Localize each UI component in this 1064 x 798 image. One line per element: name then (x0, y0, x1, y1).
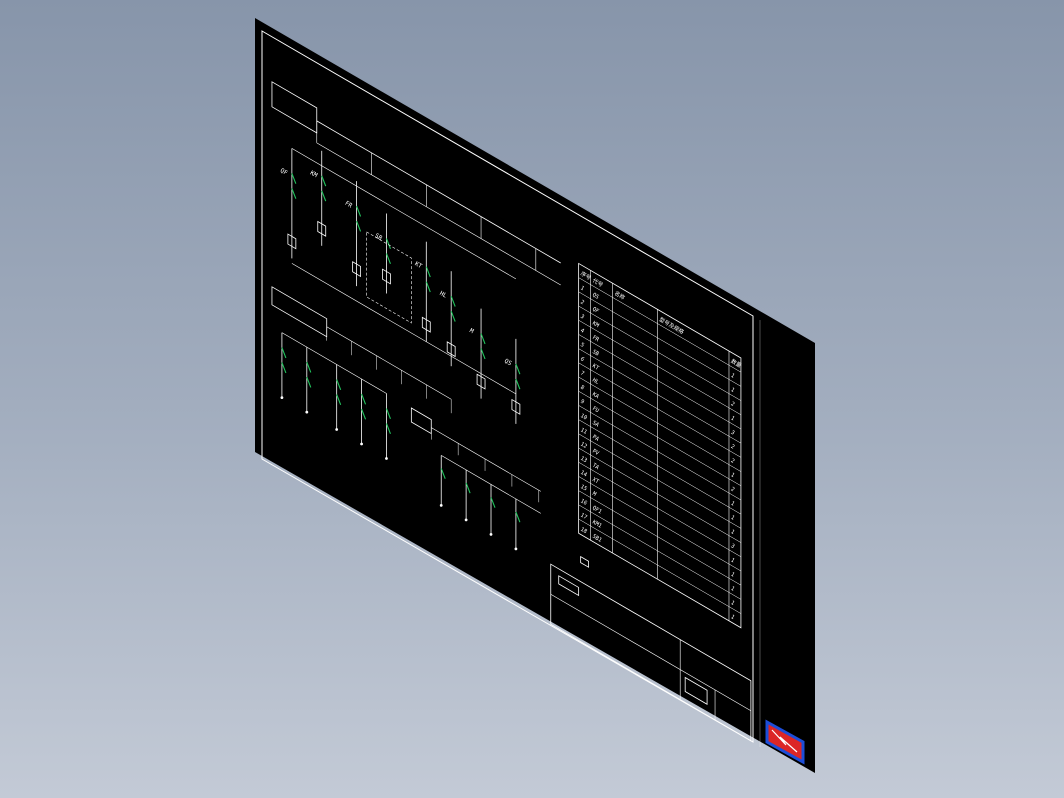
terminal-dot (305, 410, 309, 414)
terminal-dot (439, 504, 443, 507)
terminal-dot (385, 457, 388, 460)
terminal-dot (489, 533, 493, 536)
drawing-scene: QF KMFRSBKTHLMQS 序号代号名称型号及规格数量1QS12QF13KM… (255, 18, 815, 773)
terminal-dot (514, 547, 518, 551)
terminal-dot (335, 428, 339, 431)
terminal-dot (360, 442, 363, 446)
cad-viewport[interactable]: QF KM FR SB KT HL M QS 序号 代号 名称 型号及规格 数量 1 QS 1 2 QF 1 3 KM… (0, 0, 1064, 798)
drawing-sheet (255, 18, 815, 773)
terminal-dot (280, 396, 284, 399)
terminal-dot (464, 518, 468, 522)
